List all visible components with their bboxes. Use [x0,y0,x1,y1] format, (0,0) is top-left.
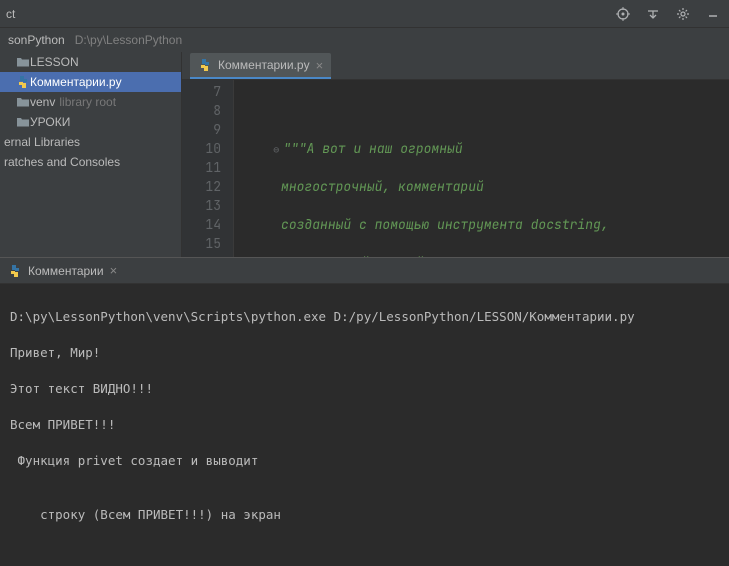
code-body[interactable]: ⊖"""А вот и наш огромный многострочный, … [234,80,729,257]
tree-label: LESSON [30,55,79,69]
minimize-icon[interactable] [703,4,723,24]
editor-tab-active[interactable]: Комментарии.py × [190,53,331,79]
editor-tabs: Комментарии.py × [182,52,729,80]
python-file-icon [198,58,212,72]
project-tree[interactable]: LESSON Комментарии.py venv library root … [0,52,182,257]
console-header: Комментарии × [0,258,729,284]
breadcrumb: sonPython D:\py\LessonPython [0,28,729,52]
tree-label: УРОКИ [30,115,70,129]
python-file-icon [16,75,30,89]
tree-item-uroki[interactable]: УРОКИ [0,112,181,132]
gutter: 7 8 9 10 11 12 13 14 15 16 17 18 19 20 2… [182,80,234,257]
top-toolbar: ct [0,0,729,28]
tab-label: Комментарии.py [218,58,310,72]
tree-item-external[interactable]: ernal Libraries [0,132,181,152]
target-icon[interactable] [613,4,633,24]
collapse-icon[interactable] [643,4,663,24]
tree-label: Комментарии.py [30,75,122,89]
breadcrumb-prefix: ct [6,7,15,21]
tree-suffix: library root [59,95,116,109]
main-row: LESSON Комментарии.py venv library root … [0,52,729,257]
editor-pane: Комментарии.py × 7 8 9 10 11 12 13 14 15… [182,52,729,257]
tree-label: ernal Libraries [4,135,80,149]
folder-icon [16,55,30,69]
tree-item-lesson[interactable]: LESSON [0,52,181,72]
gear-icon[interactable] [673,4,693,24]
python-run-icon [8,264,22,278]
tree-label: venv [30,95,55,109]
breadcrumb-path: D:\py\LessonPython [75,33,182,47]
close-icon[interactable]: × [110,263,118,278]
tree-item-venv[interactable]: venv library root [0,92,181,112]
console-output[interactable]: D:\py\LessonPython\venv\Scripts\python.e… [0,284,729,566]
folder-icon [16,115,30,129]
tree-item-scratches[interactable]: ratches and Consoles [0,152,181,172]
folder-icon [16,95,30,109]
close-icon[interactable]: × [316,58,324,73]
breadcrumb-project[interactable]: sonPython [8,33,65,47]
code-area[interactable]: 7 8 9 10 11 12 13 14 15 16 17 18 19 20 2… [182,80,729,257]
console-tab-label[interactable]: Комментарии [28,264,104,278]
tree-label: ratches and Consoles [4,155,120,169]
tree-item-file-selected[interactable]: Комментарии.py [0,72,181,92]
console-panel: Комментарии × D:\py\LessonPython\venv\Sc… [0,257,729,566]
